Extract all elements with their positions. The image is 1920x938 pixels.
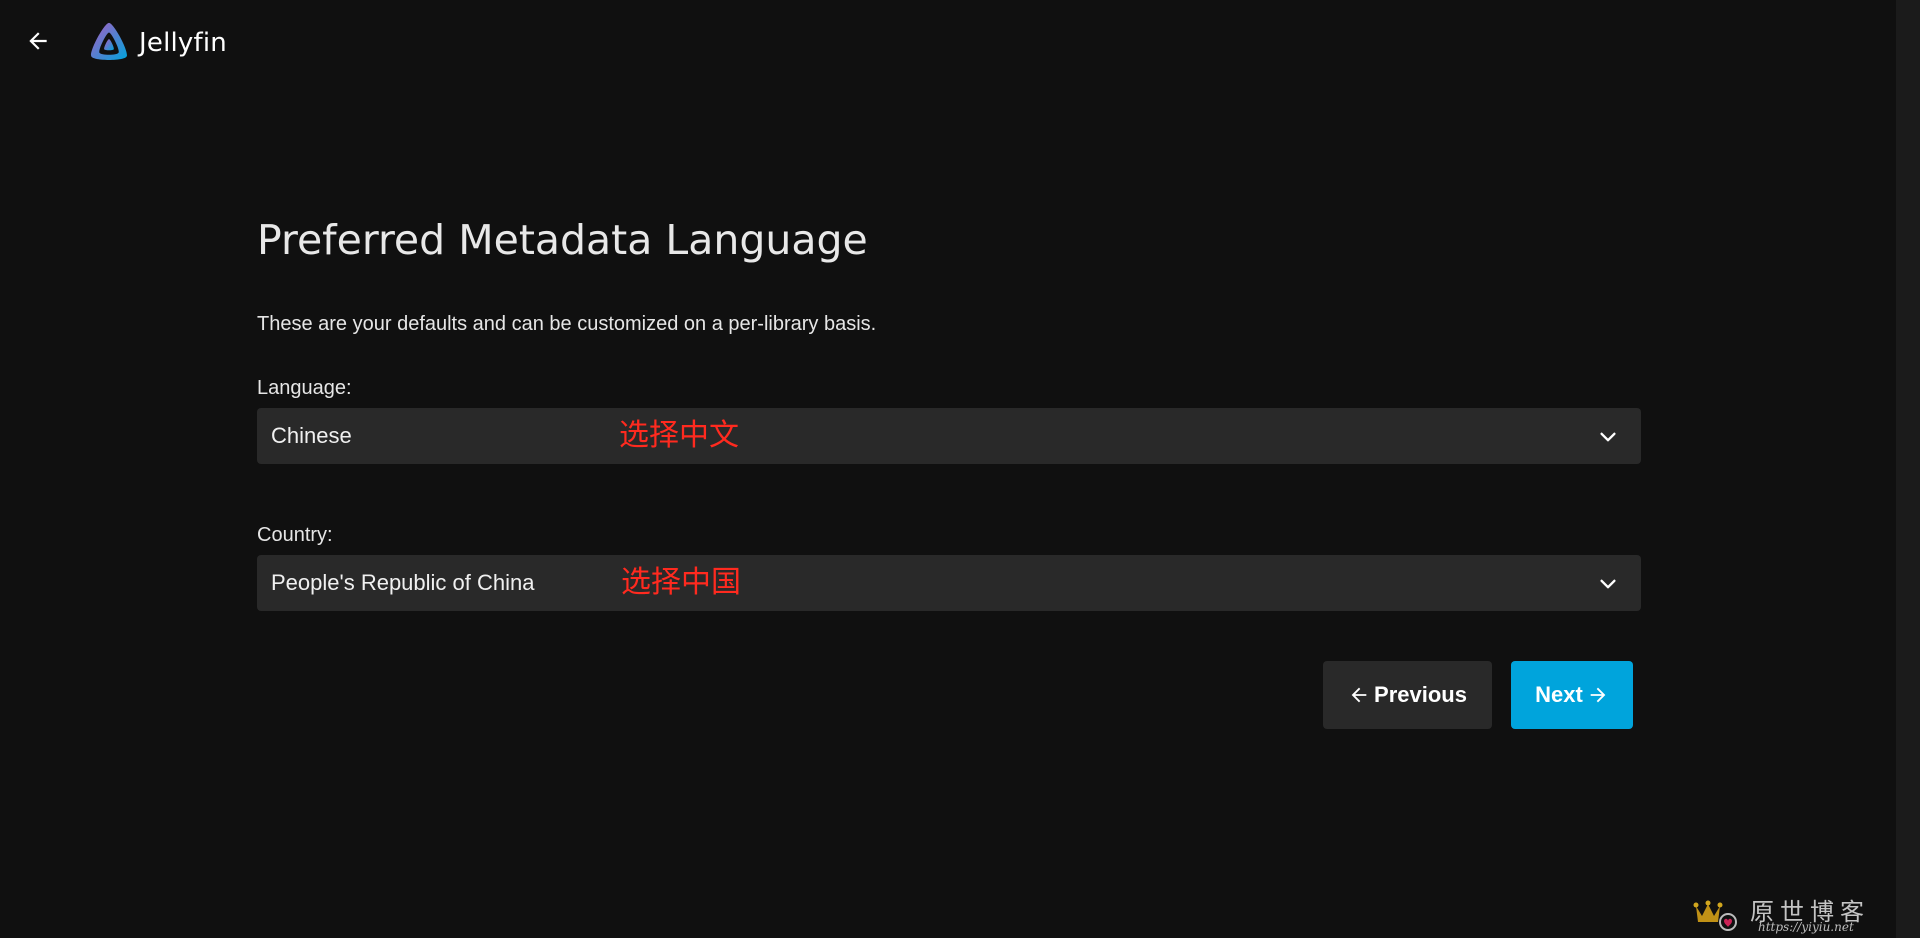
app-logo: Jellyfin	[86, 20, 227, 66]
next-button-label: Next	[1535, 682, 1583, 707]
crown-icon	[1693, 900, 1737, 931]
vertical-scrollbar[interactable]	[1896, 0, 1920, 938]
back-button[interactable]	[18, 21, 58, 61]
app-name: Jellyfin	[139, 28, 227, 58]
app-header: Jellyfin	[0, 0, 1895, 86]
page-title: Preferred Metadata Language	[257, 216, 868, 264]
arrow-left-icon	[1351, 687, 1367, 703]
watermark-url: https://yiyiu.net	[1758, 920, 1854, 934]
metadata-language-form: Preferred Metadata Language These are yo…	[257, 210, 1641, 611]
arrow-right-icon	[1590, 687, 1606, 703]
country-label: Country:	[257, 524, 333, 546]
jellyfin-logo-icon	[91, 22, 127, 61]
setup-wizard-page: Jellyfin Preferred Metadata Language The…	[0, 0, 1920, 938]
language-annotation: 选择中文	[619, 418, 739, 453]
previous-button-label: Previous	[1374, 682, 1467, 707]
country-select-value: People's Republic of China	[271, 570, 535, 595]
language-select-value: Chinese	[271, 423, 352, 448]
chevron-down-icon	[1600, 579, 1616, 589]
country-annotation: 选择中国	[621, 565, 741, 600]
next-button[interactable]: Next	[1511, 661, 1633, 729]
previous-button[interactable]: Previous	[1323, 661, 1492, 729]
arrow-left-icon	[29, 32, 47, 50]
watermark: 原世博客 https://yiyiu.net	[1690, 888, 1890, 934]
language-label: Language:	[257, 377, 352, 399]
chevron-down-icon	[1600, 432, 1616, 442]
wizard-navigation: Previous Next	[1323, 661, 1633, 729]
language-select[interactable]: Chinese 选择中文	[257, 408, 1641, 464]
page-description: These are your defaults and can be custo…	[257, 313, 877, 335]
country-select[interactable]: People's Republic of China 选择中国	[257, 555, 1641, 611]
